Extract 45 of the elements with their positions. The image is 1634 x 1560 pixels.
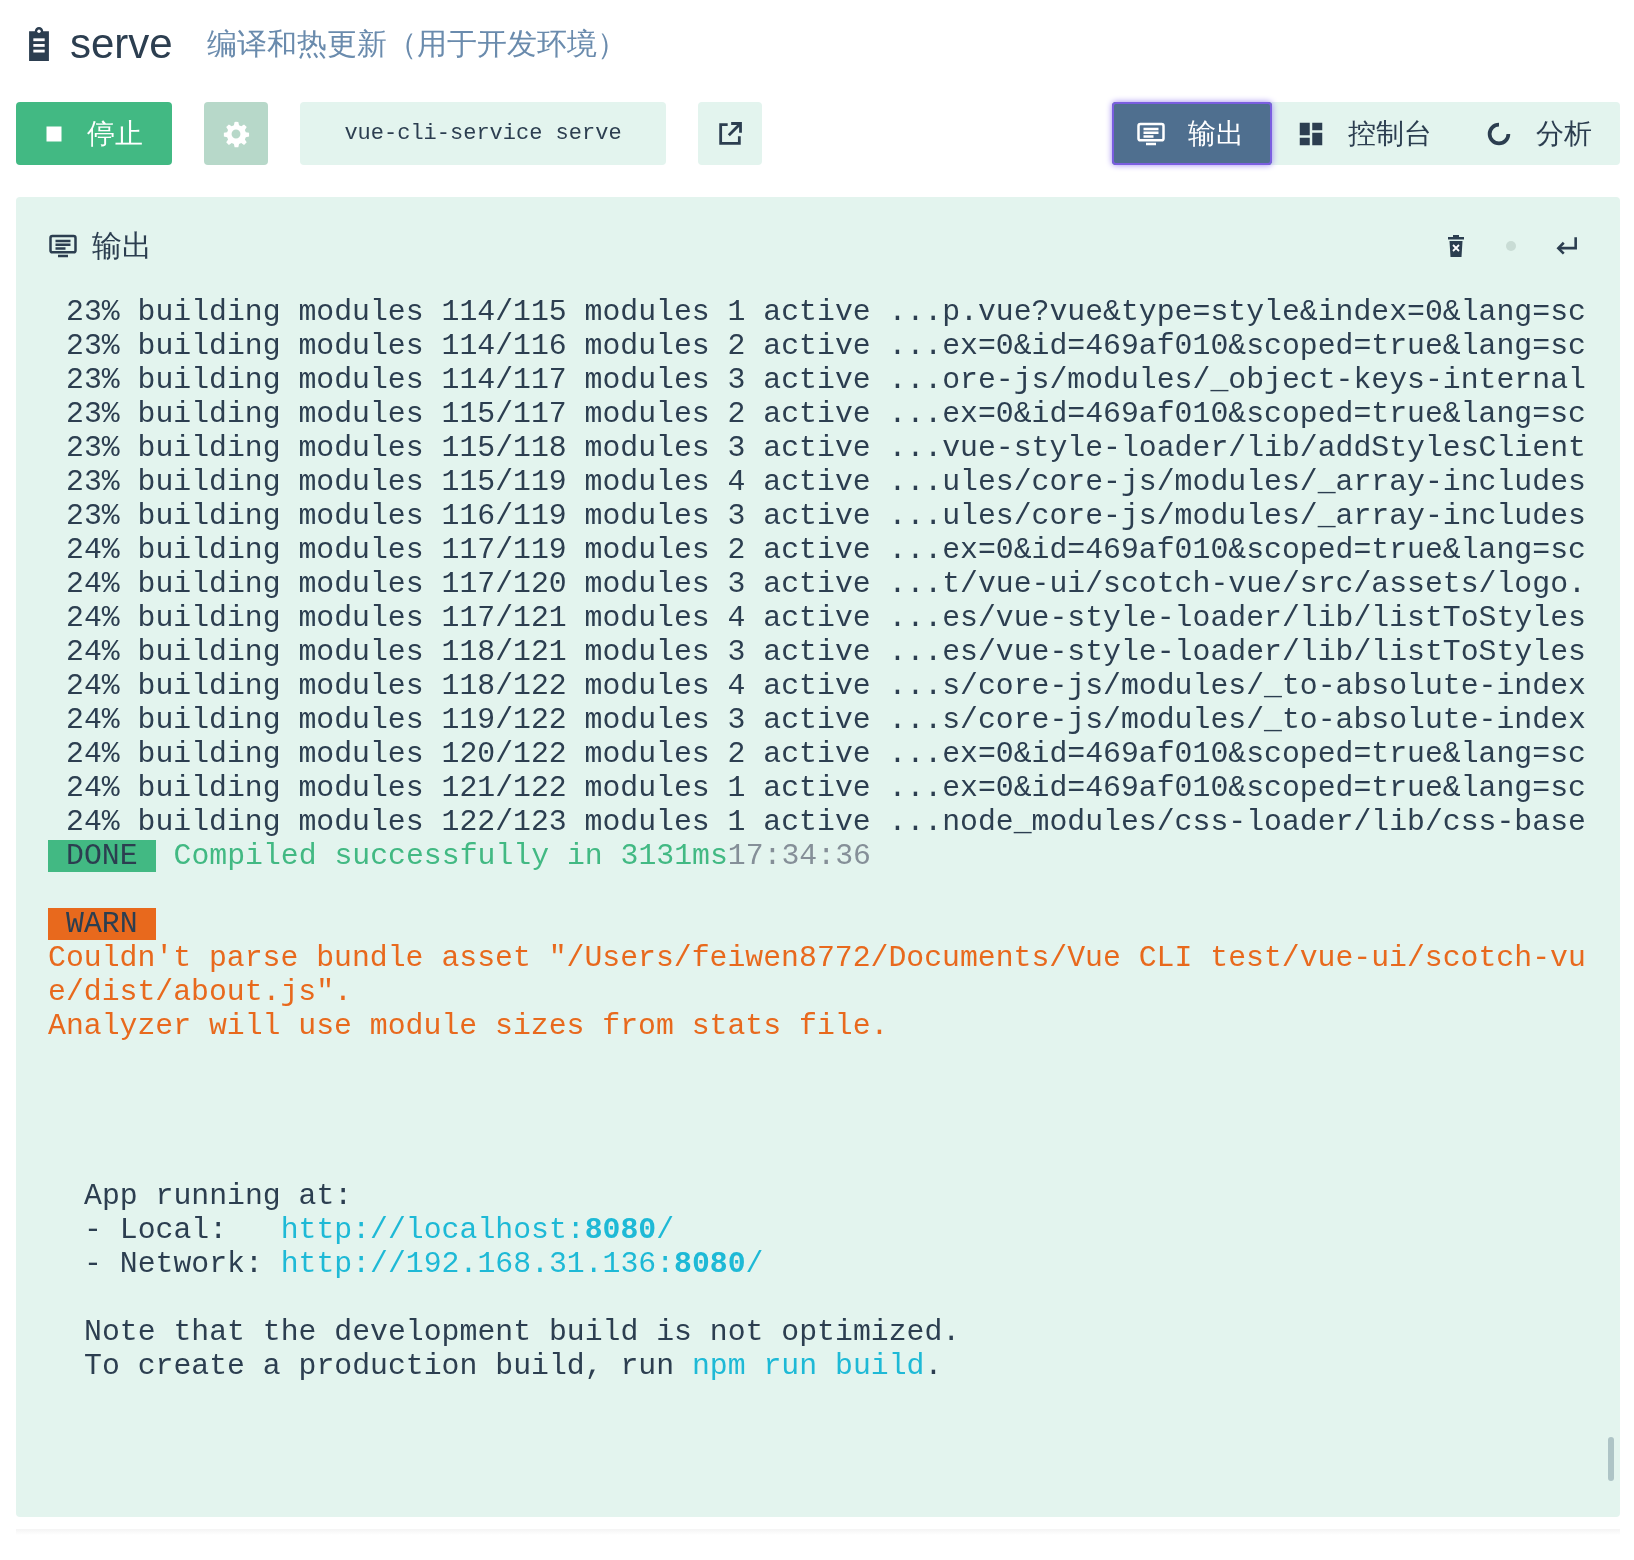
status-dot: [1506, 241, 1516, 251]
log-line: 23% building modules 114/116 modules 2 active ...ex=0&id=469af010&scoped=true&lang=sc: [65, 329, 1586, 363]
url-link[interactable]: http://192.168.31.136:8080/: [280, 1247, 764, 1281]
panel-title: 输出: [92, 227, 152, 264]
log-line: 23% building modules 116/119 modules 3 active ...ules/core-js/modules/_array-includes: [65, 499, 1586, 533]
scrollbar[interactable]: [1608, 1437, 1614, 1481]
log-line: To create a production build, run npm run build.: [84, 1349, 943, 1383]
settings-icon: [222, 119, 250, 148]
external-link-icon: [716, 119, 744, 148]
log-line: 23% building modules 114/117 modules 3 active ...ore-js/modules/_object-keys-internal: [65, 363, 1586, 397]
log-line: 24% building modules 118/122 modules 4 active ...s/core-js/modules/_to-absolute-index: [65, 669, 1586, 703]
stop-button[interactable]: 停止: [16, 102, 172, 165]
log-line: 24% building modules 119/122 modules 3 active ...s/core-js/modules/_to-absolute-index: [65, 703, 1586, 737]
command-link[interactable]: npm run build: [691, 1349, 925, 1383]
url-link[interactable]: http://localhost:8080/: [280, 1213, 675, 1247]
log-line: 23% building modules 115/118 modules 3 active ...vue-style-loader/lib/addStylesClient: [65, 431, 1586, 465]
view-tab[interactable]: 输出: [1112, 102, 1272, 165]
view-tab[interactable]: 分析: [1460, 102, 1620, 165]
warn-badge: WARN: [48, 908, 156, 940]
log-line: 23% building modules 115/119 modules 4 active ...ules/core-js/modules/_array-includes: [65, 465, 1586, 499]
view-tab[interactable]: 控制台: [1272, 102, 1460, 165]
log-line: 24% building modules 118/121 modules 3 active ...es/vue-style-loader/lib/listToStyles: [65, 635, 1586, 669]
log-line: 23% building modules 115/117 modules 2 active ...ex=0&id=469af010&scoped=true&lang=sc: [65, 397, 1586, 431]
log-line: 24% building modules 120/122 modules 2 active ...ex=0&id=469af010&scoped=true&lang=sc: [65, 737, 1586, 771]
address-label: - Local:: [84, 1213, 229, 1247]
warning-line: Analyzer will use module sizes from stats file.: [48, 1009, 889, 1043]
log-line: 23% building modules 114/115 modules 1 active ...p.vue?vue&type=style&index=0&lang=sc: [65, 295, 1586, 329]
log-line: 24% building modules 117/119 modules 2 active ...ex=0&id=469af010&scoped=true&lang=sc: [65, 533, 1586, 567]
page-title: serve: [70, 20, 173, 68]
done-badge: DONE: [48, 840, 156, 872]
stop-icon: [45, 124, 63, 143]
log-line: 24% building modules 121/122 modules 1 active ...ex=0&id=469af010&scoped=true&lang=sc: [65, 771, 1586, 805]
address-label: - Network:: [84, 1247, 264, 1281]
log-line: 24% building modules 117/121 modules 4 active ...es/vue-style-loader/lib/listToStyles: [65, 601, 1586, 635]
command-field: vue-cli-service serve: [300, 102, 666, 165]
success-message: Compiled successfully in 3131ms: [173, 839, 728, 873]
log-line: App running at:: [84, 1179, 353, 1213]
warning-line: Couldn't parse bundle asset "/Users/feiwen8772/Documents/Vue CLI test/vue-ui/scotch-vu: [48, 941, 1586, 975]
log-line: 24% building modules 122/123 modules 1 active ...node_modules/css-loader/lib/css-base: [65, 805, 1586, 839]
warning-line: e/dist/about.js".: [48, 975, 352, 1009]
page-description: 编译和热更新（用于开发环境）: [206, 25, 627, 62]
log-line: 24% building modules 117/120 modules 3 active ...t/vue-ui/scotch-vue/src/assets/logo.: [65, 567, 1586, 601]
log-line: Note that the development build is not optimized.: [84, 1315, 961, 1349]
open-external-button[interactable]: [698, 102, 762, 165]
timestamp: 17:34:36: [727, 839, 871, 873]
